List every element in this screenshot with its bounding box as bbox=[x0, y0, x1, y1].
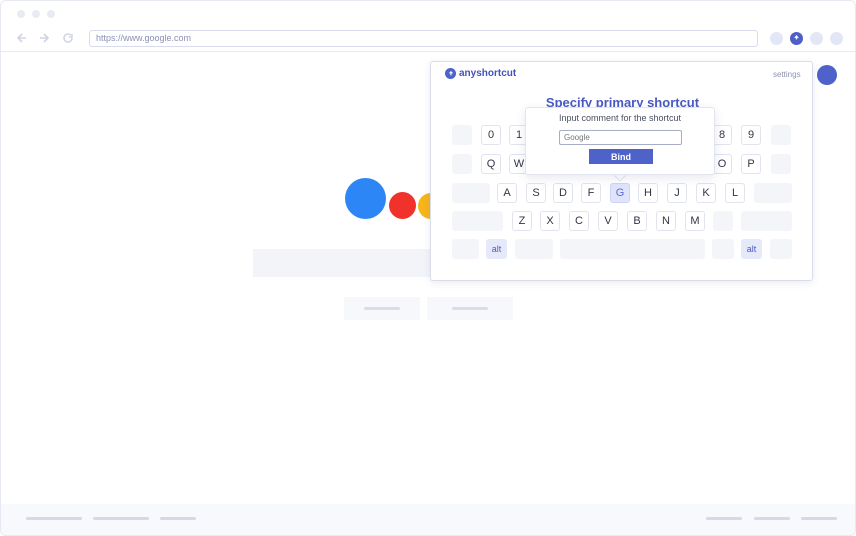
comment-input[interactable] bbox=[559, 130, 682, 145]
key[interactable]: C bbox=[569, 211, 589, 231]
spacebar bbox=[560, 239, 705, 259]
key[interactable]: X bbox=[540, 211, 560, 231]
address-bar[interactable]: https://www.google.com bbox=[89, 30, 758, 47]
key-blank bbox=[712, 239, 734, 259]
search-button[interactable] bbox=[344, 297, 420, 320]
footer-link[interactable] bbox=[26, 517, 82, 520]
key-blank bbox=[771, 154, 791, 174]
key-blank bbox=[515, 239, 553, 259]
window-close-dot[interactable] bbox=[17, 10, 25, 18]
settings-link[interactable]: settings bbox=[773, 70, 801, 79]
key[interactable]: M bbox=[685, 211, 705, 231]
anyshortcut-logo-icon bbox=[445, 68, 456, 79]
key[interactable]: 0 bbox=[481, 125, 501, 145]
key[interactable]: P bbox=[741, 154, 761, 174]
footer-link[interactable] bbox=[93, 517, 149, 520]
key[interactable]: Q bbox=[481, 154, 501, 174]
key[interactable]: O bbox=[712, 154, 732, 174]
key-blank bbox=[771, 125, 791, 145]
window-maximize-dot[interactable] bbox=[47, 10, 55, 18]
key[interactable]: S bbox=[526, 183, 546, 203]
bind-dialog: Input comment for the shortcut Bind bbox=[525, 107, 715, 175]
key-blank bbox=[452, 125, 472, 145]
key[interactable]: H bbox=[638, 183, 658, 203]
key[interactable]: 9 bbox=[741, 125, 761, 145]
bind-dialog-label: Input comment for the shortcut bbox=[558, 113, 682, 123]
key-selected[interactable]: G bbox=[610, 183, 630, 203]
anyshortcut-extension-icon[interactable] bbox=[790, 32, 803, 45]
key[interactable]: Z bbox=[512, 211, 532, 231]
logo-text: anyshortcut bbox=[459, 68, 517, 79]
extension-icon[interactable] bbox=[770, 32, 783, 45]
avatar[interactable] bbox=[817, 65, 837, 85]
footer-link[interactable] bbox=[754, 517, 790, 520]
reload-icon[interactable] bbox=[61, 31, 75, 45]
alt-key-left[interactable]: alt bbox=[486, 239, 507, 259]
logo-red-dot bbox=[389, 192, 416, 219]
key[interactable]: K bbox=[696, 183, 716, 203]
key-blank bbox=[452, 211, 503, 231]
window-minimize-dot[interactable] bbox=[32, 10, 40, 18]
key-blank bbox=[452, 183, 490, 203]
page-footer bbox=[1, 504, 855, 535]
key[interactable]: B bbox=[627, 211, 647, 231]
key-blank bbox=[770, 239, 792, 259]
key-blank bbox=[713, 211, 733, 231]
footer-link[interactable] bbox=[801, 517, 837, 520]
logo-blue-dot bbox=[345, 178, 386, 219]
key[interactable]: J bbox=[667, 183, 687, 203]
back-icon[interactable] bbox=[15, 31, 29, 45]
forward-icon[interactable] bbox=[37, 31, 51, 45]
extension-icon[interactable] bbox=[810, 32, 823, 45]
key[interactable]: A bbox=[497, 183, 517, 203]
key[interactable]: L bbox=[725, 183, 745, 203]
footer-link[interactable] bbox=[706, 517, 742, 520]
key-blank bbox=[754, 183, 792, 203]
key-blank bbox=[452, 154, 472, 174]
menu-icon[interactable] bbox=[830, 32, 843, 45]
key[interactable]: D bbox=[553, 183, 573, 203]
key[interactable]: V bbox=[598, 211, 618, 231]
toolbar-divider bbox=[1, 51, 855, 52]
logo: anyshortcut bbox=[445, 68, 516, 79]
search-box[interactable] bbox=[253, 249, 433, 277]
key[interactable]: F bbox=[581, 183, 601, 203]
alt-key-right[interactable]: alt bbox=[741, 239, 762, 259]
key-blank bbox=[741, 211, 792, 231]
key[interactable]: 8 bbox=[712, 125, 732, 145]
key[interactable]: N bbox=[656, 211, 676, 231]
key-blank bbox=[452, 239, 479, 259]
bind-button[interactable]: Bind bbox=[589, 149, 653, 164]
lucky-button[interactable] bbox=[427, 297, 513, 320]
footer-link[interactable] bbox=[160, 517, 196, 520]
